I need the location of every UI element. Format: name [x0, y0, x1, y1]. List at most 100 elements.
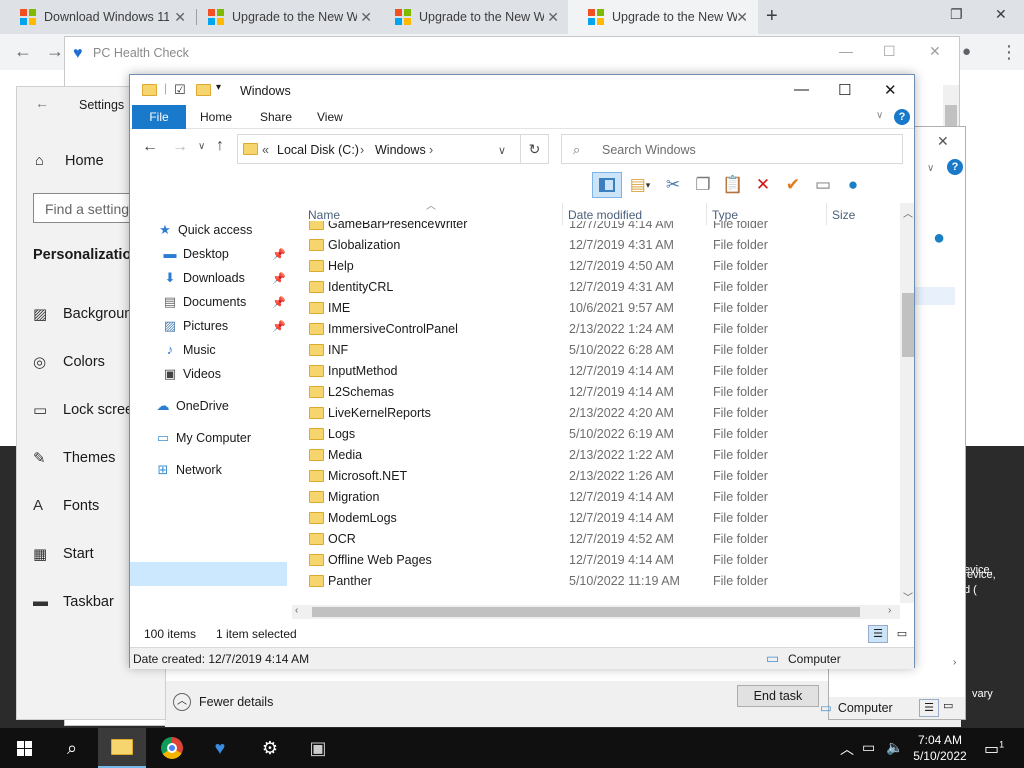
table-row[interactable]: Panther 5/10/2022 11:19 AM File folder [302, 571, 886, 592]
network-status-icon[interactable]: ▭ [862, 739, 875, 756]
close-icon[interactable]: ✕ [736, 9, 748, 26]
breadcrumb-separator-icon[interactable]: › [360, 143, 364, 157]
help-icon[interactable]: ? [947, 159, 963, 175]
preview-pane-icon[interactable] [592, 172, 622, 198]
large-icons-view-icon[interactable]: ▭ [943, 699, 953, 712]
maximize-icon[interactable]: ☐ [838, 81, 851, 99]
address-bar[interactable]: « Local Disk (C:) › Windows › ∨ [237, 134, 521, 164]
settings-item-colors[interactable]: ◎ Colors [33, 353, 105, 371]
details-view-icon[interactable]: ☰ [919, 699, 939, 717]
table-row[interactable]: INF 5/10/2022 6:28 AM File folder [302, 340, 886, 361]
end-task-button[interactable]: End task [737, 685, 819, 707]
pin-icon[interactable]: 📌 [272, 248, 286, 261]
close-window-icon[interactable]: ✕ [995, 6, 1007, 23]
check-icon[interactable]: ✔ [778, 172, 808, 198]
nav-desktop[interactable]: ▬ Desktop [161, 246, 229, 261]
breadcrumb-separator-icon[interactable]: › [429, 143, 433, 157]
scroll-right-arrow-icon[interactable]: › [953, 657, 956, 668]
column-size[interactable]: Size [832, 208, 855, 222]
table-row[interactable]: ModemLogs 12/7/2019 4:14 AM File folder [302, 508, 886, 529]
back-arrow-icon[interactable]: ← [14, 41, 32, 62]
scroll-right-arrow-icon[interactable]: › [888, 605, 891, 616]
profile-icon[interactable]: ● [962, 43, 971, 60]
browser-tab-2[interactable]: Upgrade to the New W ✕ [188, 0, 382, 34]
chrome-icon[interactable] [148, 728, 196, 768]
nav-my-computer[interactable]: ▭ My Computer [154, 430, 251, 446]
tab-share[interactable]: Share [260, 105, 292, 129]
restore-icon[interactable]: ❐ [950, 6, 963, 23]
volume-icon[interactable]: 🔈 [886, 739, 903, 756]
table-row[interactable]: L2Schemas 12/7/2019 4:14 AM File folder [302, 382, 886, 403]
details-view-icon[interactable]: ☰ [868, 625, 888, 643]
scroll-down-arrow-icon[interactable]: ﹀ [903, 589, 913, 604]
table-row[interactable]: IdentityCRL 12/7/2019 4:31 AM File folder [302, 277, 886, 298]
column-date-modified[interactable]: Date modified [568, 208, 642, 222]
table-row[interactable]: Migration 12/7/2019 4:14 AM File folder [302, 487, 886, 508]
settings-item-background[interactable]: ▨ Background [33, 305, 140, 323]
pin-icon[interactable]: 📌 [272, 272, 286, 285]
recent-locations-icon[interactable]: ∨ [198, 141, 205, 152]
system-app-icon[interactable]: ▣ [294, 728, 342, 768]
table-row[interactable]: ImmersiveControlPanel 2/13/2022 1:24 AM Fi… [302, 319, 886, 340]
notification-icon[interactable]: ▭1 [984, 739, 1004, 759]
table-row[interactable]: Offline Web Pages 12/7/2019 4:14 AM File f… [302, 550, 886, 571]
browser-tab-3[interactable]: Upgrade to the New W ✕ [375, 0, 569, 34]
forward-arrow-icon[interactable]: → [46, 41, 64, 62]
scrollbar-thumb[interactable] [312, 607, 860, 617]
scrollbar-thumb[interactable] [902, 293, 914, 357]
clock[interactable]: 7:04 AM 5/10/2022 [910, 732, 970, 764]
tab-home[interactable]: Home [200, 105, 232, 129]
table-row[interactable]: Microsoft.NET 2/13/2022 1:26 AM File folde… [302, 466, 886, 487]
table-row[interactable]: Media 2/13/2022 1:22 AM File folder [302, 445, 886, 466]
settings-item-themes[interactable]: ✎ Themes [33, 449, 115, 467]
table-row[interactable]: Globalization 12/7/2019 4:31 AM File folde… [302, 235, 886, 256]
refresh-button[interactable]: ↻ [521, 134, 549, 164]
close-icon[interactable]: ✕ [929, 43, 941, 60]
settings-item-lock-screen[interactable]: ▭ Lock screen [33, 401, 141, 419]
column-name[interactable]: Name [308, 208, 340, 222]
fewer-details-button[interactable]: ︿ Fewer details [173, 693, 273, 711]
delete-icon[interactable]: ✕ [748, 172, 778, 198]
minimize-icon[interactable]: — [794, 81, 809, 98]
settings-home-link[interactable]: ⌂ Home [35, 153, 104, 169]
overflow-chevron-icon[interactable]: « [262, 143, 269, 157]
table-row[interactable]: Logs 5/10/2022 6:19 AM File folder [302, 424, 886, 445]
table-row[interactable]: OCR 12/7/2019 4:52 AM File folder [302, 529, 886, 550]
close-icon[interactable]: ✕ [884, 81, 897, 99]
settings-gear-icon[interactable]: ⚙ [246, 728, 294, 768]
expand-ribbon-icon[interactable]: ∨ [876, 110, 883, 121]
close-icon[interactable]: ✕ [174, 9, 186, 26]
column-type[interactable]: Type [712, 208, 738, 222]
nav-pictures[interactable]: ▨ Pictures [161, 318, 228, 334]
nav-videos[interactable]: ▣ Videos [161, 366, 221, 382]
maximize-icon[interactable]: ☐ [883, 43, 896, 60]
vertical-scrollbar[interactable]: ︿ ﹀ [900, 203, 914, 604]
search-icon[interactable]: ⌕ [48, 728, 96, 768]
address-dropdown-icon[interactable]: ∨ [498, 144, 506, 157]
back-arrow-icon[interactable]: ← [142, 138, 158, 156]
tab-view[interactable]: View [317, 105, 343, 129]
menu-icon[interactable]: ⋮ [1000, 42, 1018, 63]
settings-item-taskbar[interactable]: ▬ Taskbar [33, 593, 114, 610]
horizontal-scrollbar[interactable]: ‹ › [292, 605, 900, 619]
scroll-left-arrow-icon[interactable]: ‹ [295, 605, 298, 616]
close-icon[interactable]: ✕ [937, 133, 949, 150]
nav-network[interactable]: ⊞ Network [154, 462, 222, 478]
nav-quick-access[interactable]: ★ Quick access [156, 222, 252, 238]
chevron-down-icon[interactable]: ∨ [927, 163, 934, 174]
file-explorer-taskbar-icon[interactable] [98, 728, 146, 768]
copy-icon[interactable]: ❐ [688, 172, 718, 198]
rename-icon[interactable]: ▭ [808, 172, 838, 198]
new-folder-icon[interactable] [196, 84, 211, 96]
globe-icon[interactable]: ● [933, 227, 945, 250]
help-icon[interactable]: ? [894, 109, 910, 125]
scroll-up-arrow-icon[interactable]: ︿ [903, 205, 913, 220]
nav-documents[interactable]: ▤ Documents [161, 294, 246, 310]
table-row[interactable]: InputMethod 12/7/2019 4:14 AM File folder [302, 361, 886, 382]
pin-icon[interactable]: 📌 [272, 320, 286, 333]
settings-item-fonts[interactable]: A Fonts [33, 497, 99, 514]
back-arrow-icon[interactable]: ← [35, 95, 49, 111]
close-icon[interactable]: ✕ [360, 9, 372, 26]
properties-icon[interactable]: ☑ [174, 82, 186, 98]
pc-health-check-taskbar-icon[interactable]: ♥ [196, 728, 244, 768]
